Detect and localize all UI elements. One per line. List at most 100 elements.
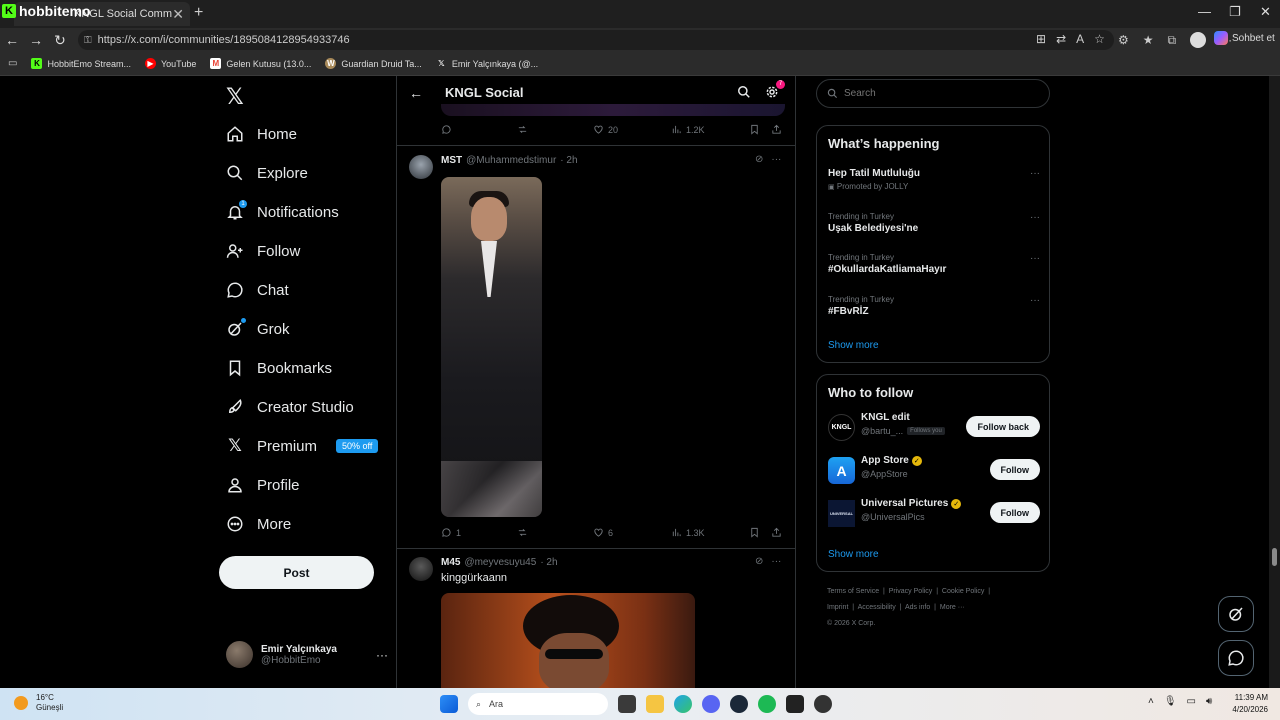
show-more-link[interactable]: Show more — [828, 549, 879, 560]
discord-icon[interactable] — [702, 695, 720, 713]
url-field[interactable]: ⚿ https://x.com/i/communities/1895084128… — [78, 30, 1114, 50]
refresh-icon[interactable]: ↻ — [48, 32, 72, 49]
favorite-star-icon[interactable]: ☆ — [1094, 32, 1105, 46]
chevron-up-icon[interactable]: ˄ — [1148, 696, 1154, 707]
search-icon[interactable] — [737, 85, 751, 104]
restore-icon[interactable]: ❐ — [1229, 4, 1241, 20]
bookmark-item[interactable]: W Guardian Druid Ta... — [325, 58, 422, 69]
taskbar-clock[interactable]: 11:39 AM 4/20/2026 — [1226, 692, 1268, 716]
search-input[interactable] — [844, 88, 1024, 99]
like-button[interactable]: 6 — [593, 527, 613, 538]
tweet-author-name[interactable]: MST — [441, 155, 462, 166]
browser-profile-avatar[interactable] — [1190, 32, 1207, 48]
reply-button[interactable] — [441, 124, 452, 135]
scrollbar-thumb[interactable] — [1272, 548, 1277, 566]
share-button[interactable] — [771, 527, 782, 538]
collections-icon[interactable]: ⧉ — [1168, 33, 1177, 48]
messages-float-button[interactable] — [1218, 640, 1254, 676]
file-explorer-icon[interactable] — [646, 695, 664, 713]
bookmark-item[interactable]: 𝕏 Emir Yalçınkaya (@... — [436, 58, 538, 69]
follow-suggestion[interactable]: UNIVERSAL Universal Pictures ✓ @Universa… — [828, 498, 1040, 528]
trend-item[interactable]: Trending in Turkey Uşak Belediyesi'ne ··… — [828, 212, 1040, 234]
share-button[interactable] — [771, 124, 782, 135]
back-arrow-icon[interactable]: ← — [409, 85, 423, 101]
avatar[interactable] — [409, 557, 433, 581]
translate-icon[interactable]: ⇄ — [1056, 32, 1066, 46]
site-info-icon[interactable]: ⚿ — [84, 35, 92, 46]
reading-list-icon[interactable]: ▭ — [8, 58, 17, 69]
account-switcher[interactable]: Emir Yalçınkaya @HobbitEmo ··· — [226, 641, 388, 668]
retweet-button[interactable] — [517, 527, 528, 538]
views-button[interactable]: 1.2K — [671, 124, 705, 135]
follow-button[interactable]: Follow — [989, 502, 1040, 523]
trend-item[interactable]: Trending in Turkey #OkullardaKatliamaHay… — [828, 253, 1040, 275]
nav-grok[interactable]: Grok — [226, 317, 290, 341]
nav-chat[interactable]: Chat — [226, 278, 289, 302]
favorites-icon[interactable]: ★ — [1143, 33, 1154, 47]
bookmark-item[interactable]: K HobbitEmo Stream... — [31, 58, 131, 69]
nav-explore[interactable]: Explore — [226, 161, 308, 185]
like-button[interactable]: 20 — [593, 124, 618, 135]
taskbar-search[interactable]: ⌕ Ara — [468, 693, 608, 715]
copilot-button[interactable]: Sohbet et — [1214, 31, 1275, 45]
follow-suggestion[interactable]: KNGL KNGL edit @bartu_... Follows you Fo… — [828, 412, 1040, 442]
edge-icon[interactable] — [674, 695, 692, 713]
footer-link[interactable]: Accessibility — [858, 604, 896, 611]
trend-more-icon[interactable]: ··· — [1030, 168, 1040, 179]
back-arrow-icon[interactable]: ← — [0, 32, 24, 48]
grok-explain-icon[interactable]: ⊘ — [755, 154, 763, 165]
obs-icon[interactable] — [814, 695, 832, 713]
task-view-icon[interactable] — [618, 695, 636, 713]
reply-button[interactable]: 1 — [441, 527, 461, 538]
nav-bookmarks[interactable]: Bookmarks — [226, 356, 332, 380]
bookmark-button[interactable] — [749, 527, 760, 538]
page-scrollbar[interactable] — [1269, 76, 1280, 688]
tweet-time[interactable]: · 2h — [560, 155, 577, 166]
footer-link[interactable]: Privacy Policy — [889, 588, 933, 595]
steam-icon[interactable] — [730, 695, 748, 713]
x-app-icon[interactable] — [786, 695, 804, 713]
spotify-icon[interactable] — [758, 695, 776, 713]
bookmark-item[interactable]: M Gelen Kutusu (13.0... — [210, 58, 311, 69]
tweet-author-name[interactable]: M45 — [441, 557, 460, 568]
follow-button[interactable]: Follow — [989, 459, 1040, 480]
tab-close-icon[interactable]: ✕ — [172, 6, 184, 23]
network-icon[interactable]: ▭ — [1187, 696, 1196, 707]
windows-start-icon[interactable] — [440, 695, 458, 713]
tweet-more-icon[interactable]: ··· — [771, 154, 781, 165]
tweet-author-handle[interactable]: @Muhammedstimur — [466, 155, 556, 166]
grok-explain-icon[interactable]: ⊘ — [755, 556, 763, 567]
post-button[interactable]: Post — [219, 556, 374, 589]
nav-profile[interactable]: Profile — [226, 473, 300, 497]
x-logo-icon[interactable]: 𝕏 — [226, 84, 244, 110]
footer-link[interactable]: Cookie Policy — [942, 588, 984, 595]
footer-link[interactable]: Ads info — [905, 604, 930, 611]
nav-home[interactable]: Home — [226, 122, 297, 146]
account-more-icon[interactable]: ··· — [376, 648, 388, 662]
trend-item[interactable]: Trending in Turkey #FBvRİZ ··· — [828, 295, 1040, 317]
nav-more[interactable]: More — [226, 512, 291, 536]
tweet-time[interactable]: · 2h — [540, 557, 557, 568]
app-available-icon[interactable]: ⊞ — [1036, 32, 1046, 46]
avatar[interactable] — [409, 155, 433, 179]
retweet-button[interactable] — [517, 124, 528, 135]
nav-premium[interactable]: 𝕏 Premium 50% off — [226, 434, 379, 458]
bookmark-item[interactable]: ▶ YouTube — [144, 58, 196, 69]
trend-more-icon[interactable]: ··· — [1030, 212, 1040, 223]
read-aloud-icon[interactable]: A — [1076, 32, 1084, 46]
forward-arrow-icon[interactable]: → — [24, 32, 48, 48]
footer-link[interactable]: More ··· — [940, 604, 965, 611]
grok-float-button[interactable] — [1218, 596, 1254, 632]
show-more-link[interactable]: Show more — [828, 340, 879, 351]
tweet-photo[interactable] — [441, 593, 695, 688]
footer-link[interactable]: Terms of Service — [827, 588, 879, 595]
minimize-icon[interactable]: — — [1198, 4, 1211, 19]
trend-item[interactable]: Hep Tatil Mutluluğu ▣ Promoted by JOLLY … — [828, 168, 1040, 191]
extensions-icon[interactable]: ⚙ — [1118, 33, 1129, 47]
microphone-icon[interactable]: 🎙︎ — [1164, 696, 1177, 707]
bookmark-button[interactable] — [749, 124, 760, 135]
follow-suggestion[interactable]: A App Store ✓ @AppStore Follow — [828, 455, 1040, 485]
tweet-more-icon[interactable]: ··· — [771, 556, 781, 567]
search-bar[interactable] — [816, 79, 1050, 108]
tweet-author-handle[interactable]: @meyvesuyu45 — [464, 557, 536, 568]
